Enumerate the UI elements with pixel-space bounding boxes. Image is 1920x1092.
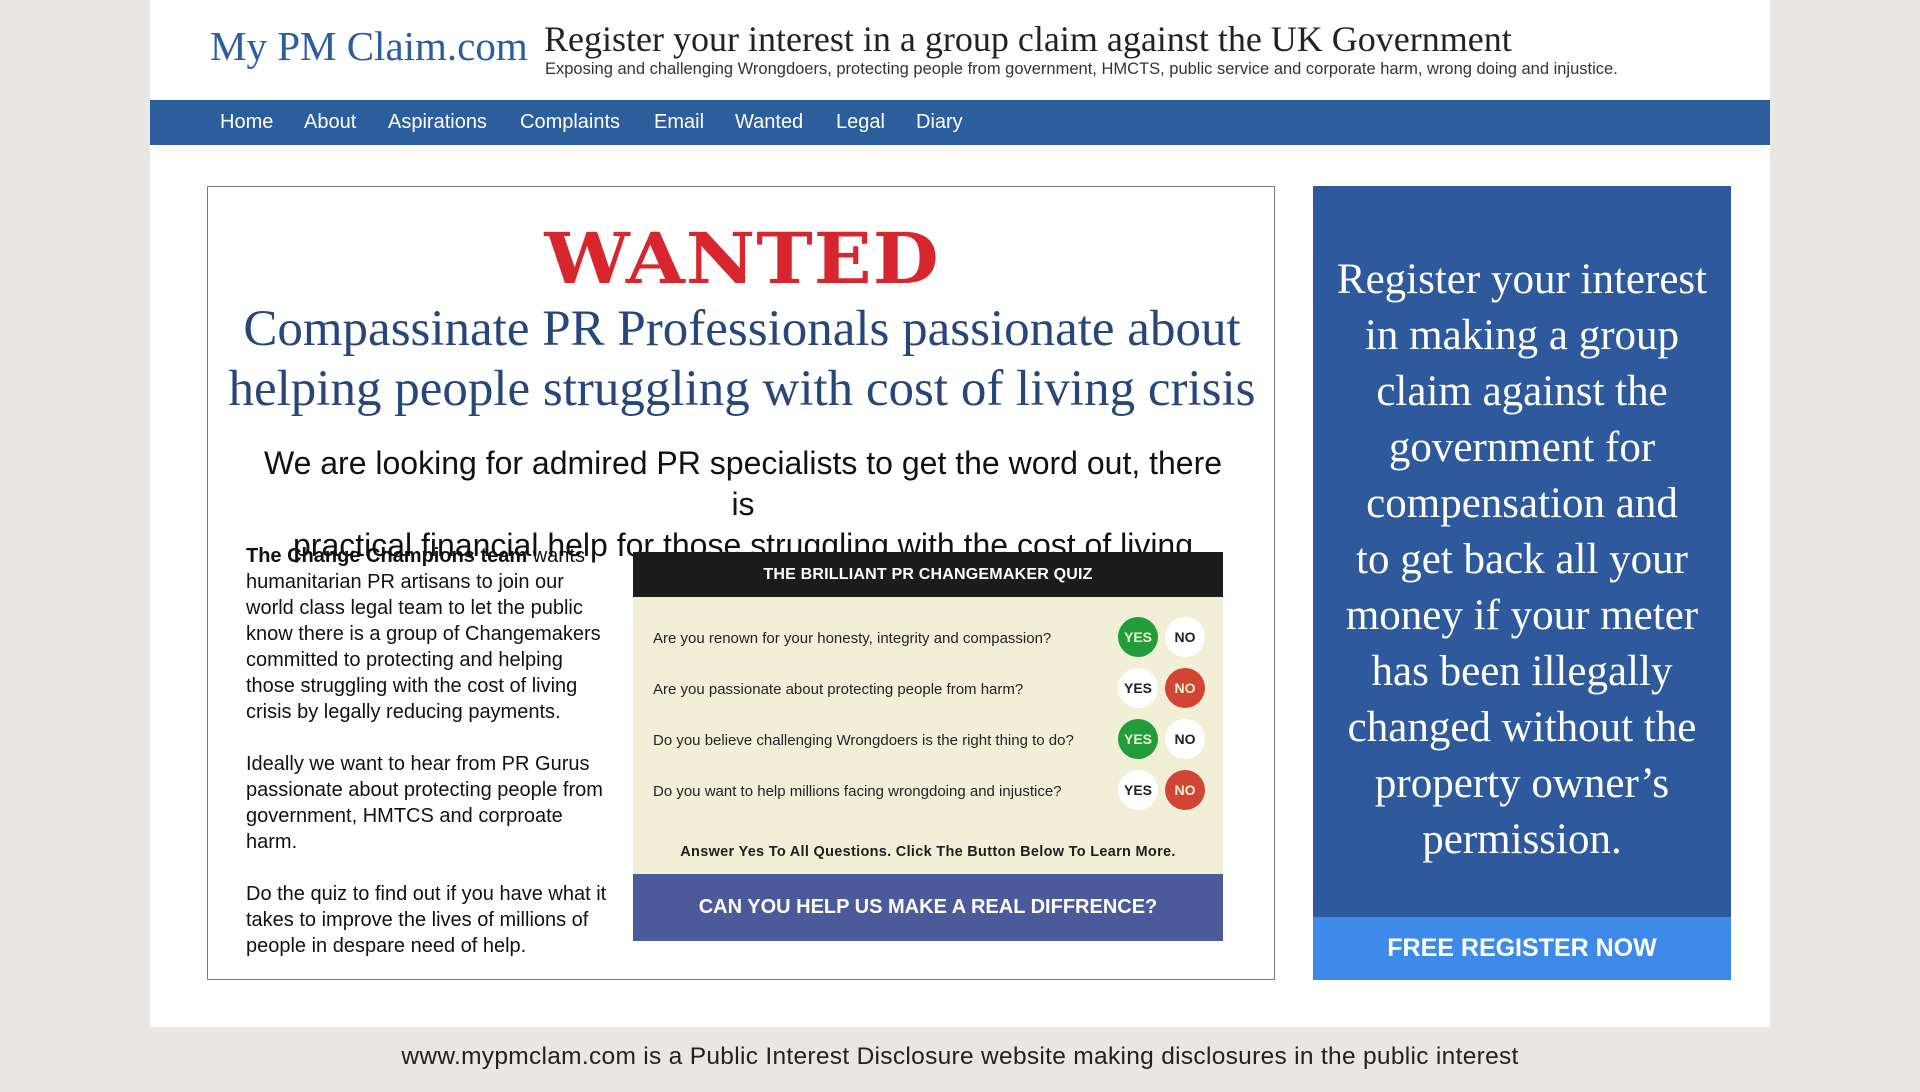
- quiz-question: Do you want to help millions facing wron…: [653, 783, 1062, 800]
- site-logo[interactable]: My PM Claim.com: [210, 22, 528, 70]
- main-nav: Home About Aspirations Complaints Email …: [150, 100, 1770, 145]
- no-button[interactable]: NO: [1165, 617, 1205, 657]
- nav-diary[interactable]: Diary: [916, 100, 963, 145]
- quiz-row: Are you passionate about protecting peop…: [633, 668, 1223, 713]
- banner-line: permission.: [1422, 816, 1622, 863]
- quiz-row: Are you renown for your honesty, integri…: [633, 617, 1223, 662]
- register-banner: Register your interest in making a group…: [1313, 186, 1731, 980]
- quiz-panel: THE BRILLIANT PR CHANGEMAKER QUIZ Are yo…: [633, 552, 1223, 941]
- free-register-button[interactable]: FREE REGISTER NOW: [1313, 917, 1731, 980]
- banner-line: in making a group: [1364, 312, 1680, 359]
- ad-headline: Compassinate PR Professionals passionate…: [208, 299, 1276, 419]
- banner-line: claim against the: [1376, 368, 1668, 415]
- nav-email[interactable]: Email: [654, 100, 704, 145]
- header-subtitle: Exposing and challenging Wrongdoers, pro…: [545, 60, 1618, 78]
- quiz-question: Are you renown for your honesty, integri…: [653, 630, 1052, 647]
- no-button[interactable]: NO: [1165, 770, 1205, 810]
- quiz-row: Do you believe challenging Wrongdoers is…: [633, 719, 1223, 764]
- register-banner-text: Register your interest in making a group…: [1333, 252, 1711, 868]
- banner-line: to get back all your: [1356, 536, 1688, 583]
- ad-body-text: The Change Champions team wants humanita…: [246, 543, 616, 985]
- banner-line: money if your meter: [1345, 592, 1699, 639]
- banner-line: changed without the: [1347, 704, 1697, 751]
- banner-line: government for: [1388, 424, 1656, 471]
- header-title: Register your interest in a group claim …: [544, 19, 1512, 59]
- quiz-question: Do you believe challenging Wrongdoers is…: [653, 732, 1074, 749]
- quiz-cta-button[interactable]: CAN YOU HELP US MAKE A REAL DIFFRENCE?: [633, 874, 1223, 941]
- page-container: My PM Claim.com Register your interest i…: [150, 0, 1770, 1027]
- quiz-instructions: Answer Yes To All Questions. Click The B…: [680, 844, 1176, 860]
- team-name: The Change Champions team: [246, 545, 528, 567]
- banner-line: compensation and: [1366, 480, 1678, 527]
- nav-legal[interactable]: Legal: [836, 100, 885, 145]
- no-button[interactable]: NO: [1165, 668, 1205, 708]
- ad-headline-line-1: Compassinate PR Professionals passionate…: [243, 301, 1241, 357]
- nav-home[interactable]: Home: [220, 100, 273, 145]
- yes-button[interactable]: YES: [1118, 770, 1158, 810]
- wanted-title: WANTED: [544, 217, 940, 300]
- ad-subheadline-line-1: We are looking for admired PR specialist…: [263, 445, 1223, 522]
- ad-paragraph-1: The Change Champions team wants humanita…: [246, 543, 616, 725]
- no-button[interactable]: NO: [1165, 719, 1205, 759]
- nav-wanted[interactable]: Wanted: [735, 100, 803, 145]
- yes-button[interactable]: YES: [1118, 617, 1158, 657]
- yes-button[interactable]: YES: [1118, 719, 1158, 759]
- yes-button[interactable]: YES: [1118, 668, 1158, 708]
- nav-about[interactable]: About: [304, 100, 356, 145]
- banner-line: property owner’s: [1374, 760, 1670, 807]
- ad-headline-line-2: helping people struggling with cost of l…: [228, 361, 1256, 417]
- banner-line: Register your interest: [1336, 256, 1708, 303]
- nav-complaints[interactable]: Complaints: [520, 100, 620, 145]
- banner-line: has been illegally: [1371, 648, 1673, 695]
- quiz-title: THE BRILLIANT PR CHANGEMAKER QUIZ: [633, 552, 1223, 597]
- quiz-row: Do you want to help millions facing wron…: [633, 770, 1223, 815]
- ad-paragraph-1-rest: wants humanitarian PR artisans to join o…: [246, 545, 601, 723]
- nav-aspirations[interactable]: Aspirations: [388, 100, 487, 145]
- ad-paragraph-3: Do the quiz to find out if you have what…: [246, 883, 607, 957]
- wanted-advert: WANTED Compassinate PR Professionals pas…: [207, 186, 1275, 980]
- footer-text: www.mypmclam.com is a Public Interest Di…: [401, 1043, 1519, 1070]
- quiz-question: Are you passionate about protecting peop…: [653, 681, 1024, 698]
- ad-paragraph-2: Ideally we want to hear from PR Gurus pa…: [246, 753, 603, 853]
